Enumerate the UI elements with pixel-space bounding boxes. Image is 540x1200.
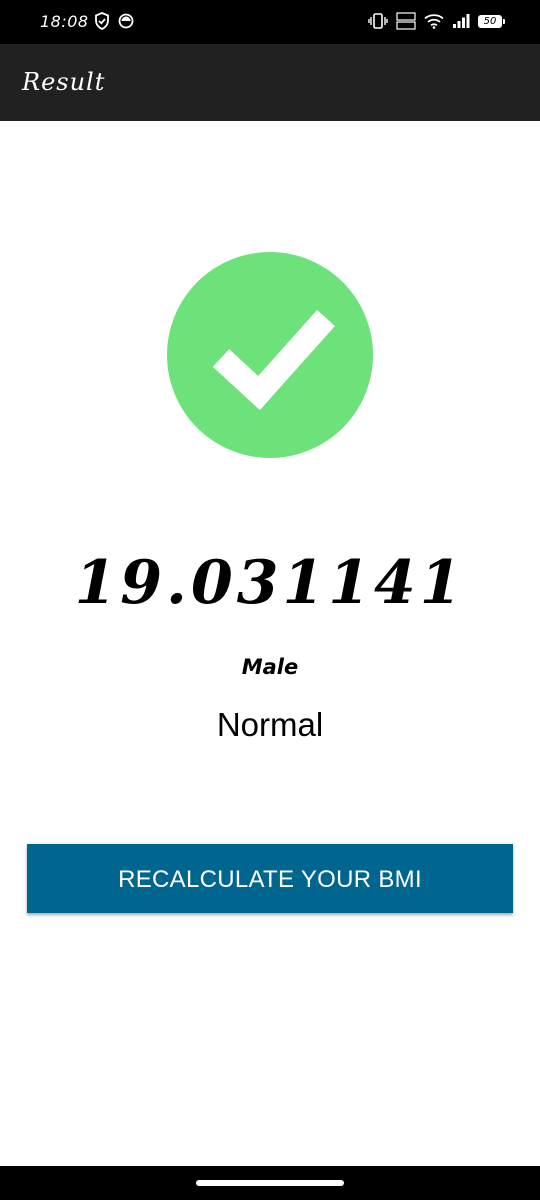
vibrate-icon (368, 13, 388, 29)
home-indicator[interactable] (196, 1180, 344, 1186)
gender-label: Male (241, 655, 299, 679)
recalculate-button[interactable]: RECALCULATE YOUR BMI (27, 844, 513, 913)
wifi-icon (424, 14, 444, 29)
page-title: Result (22, 68, 106, 96)
bmi-value: 19.031141 (74, 548, 466, 618)
circle-notification-icon (118, 13, 134, 29)
status-right-icons: 50 (368, 12, 505, 30)
navigation-bar (0, 1166, 540, 1200)
battery-icon: 50 (478, 14, 505, 28)
status-bar: 18:08 50 (0, 0, 540, 44)
shield-check-icon (95, 12, 109, 30)
status-time: 18:08 (40, 12, 89, 31)
check-circle-icon (167, 252, 373, 458)
app-bar: Result (0, 44, 540, 121)
status-left-icons (94, 12, 134, 30)
signal-icon (453, 14, 470, 28)
volte-icon (396, 12, 416, 30)
bmi-category: Normal (216, 706, 324, 743)
